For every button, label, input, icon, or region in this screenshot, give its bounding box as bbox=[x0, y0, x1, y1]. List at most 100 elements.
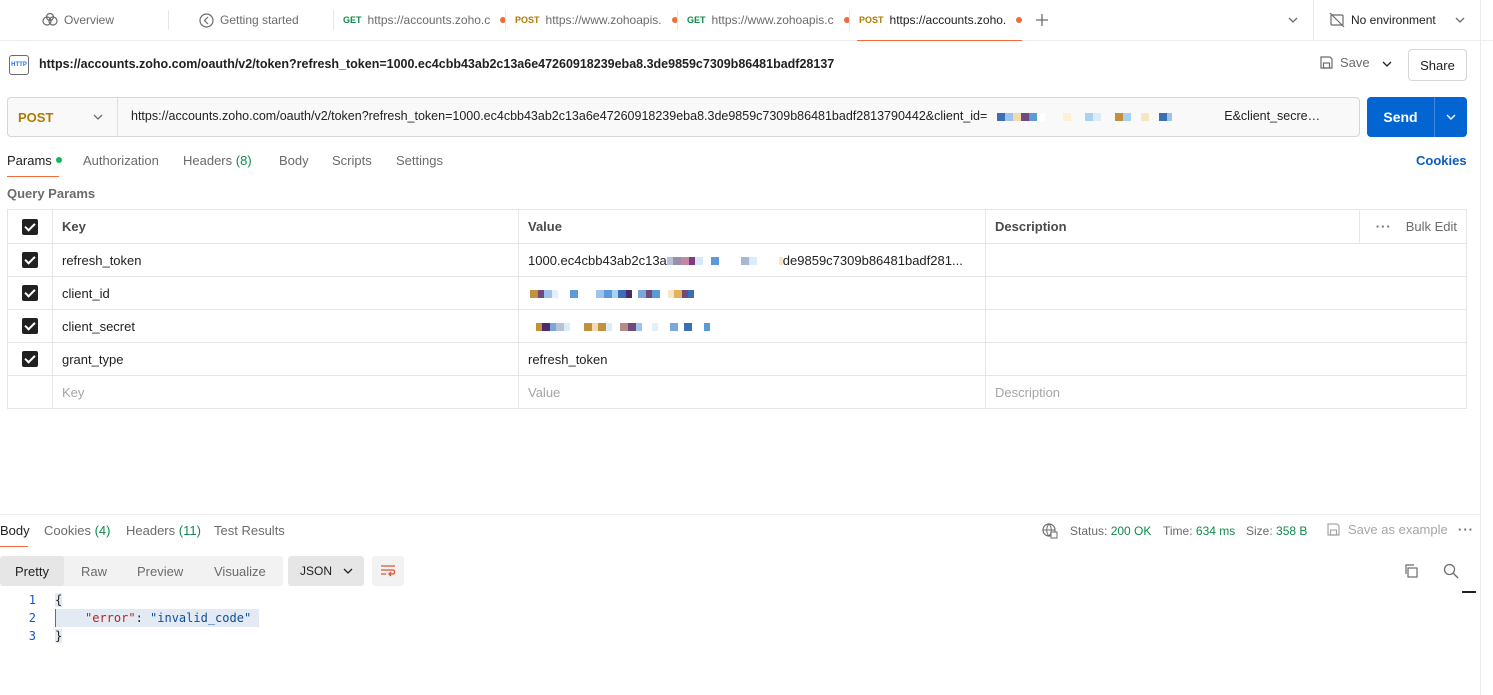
tab-list-dropdown[interactable] bbox=[1287, 0, 1299, 40]
line-number: 3 bbox=[28, 629, 36, 643]
tab-getting-started[interactable]: Getting started bbox=[199, 0, 299, 40]
url-input[interactable]: https://accounts.zoho.com/oauth/v2/token… bbox=[131, 109, 1351, 124]
view-visualize[interactable]: Visualize bbox=[214, 556, 266, 586]
param-description-cell[interactable] bbox=[985, 276, 1467, 310]
response-tab-cookies[interactable]: Cookies (4) bbox=[44, 523, 110, 538]
param-value-cell[interactable]: 1000.ec4cbb43ab2c13a de9859c7309b86481bad… bbox=[518, 243, 986, 277]
tab-label: Overview bbox=[64, 13, 115, 27]
tab-overview[interactable]: Overview bbox=[42, 0, 114, 40]
row-checkbox[interactable] bbox=[22, 252, 38, 269]
send-button[interactable]: Send bbox=[1367, 97, 1467, 137]
search-icon[interactable] bbox=[1443, 563, 1459, 579]
code-line[interactable]: { bbox=[55, 593, 63, 607]
url-text-start: https://accounts.zoho.com/oauth/v2/token… bbox=[131, 109, 988, 123]
redacted-value bbox=[528, 319, 710, 334]
param-description-cell[interactable] bbox=[985, 243, 1467, 277]
param-value-cell[interactable] bbox=[518, 276, 986, 310]
new-value-input[interactable]: Value bbox=[518, 375, 986, 409]
row-checkbox[interactable] bbox=[22, 351, 38, 368]
cookies-link[interactable]: Cookies bbox=[1416, 153, 1467, 168]
response-tab-test-results[interactable]: Test Results bbox=[214, 523, 285, 538]
select-all-checkbox[interactable] bbox=[22, 218, 38, 235]
redacted-value bbox=[666, 253, 783, 268]
save-options-dropdown[interactable] bbox=[1381, 58, 1393, 73]
response-tab-body[interactable]: Body bbox=[0, 523, 30, 538]
tab-divider bbox=[333, 10, 334, 30]
wrap-lines-button[interactable] bbox=[372, 556, 404, 586]
request-title[interactable]: https://accounts.zoho.com/oauth/v2/token… bbox=[39, 57, 834, 71]
url-bar: POST https://accounts.zoho.com/oauth/v2/… bbox=[7, 97, 1360, 137]
save-label: Save bbox=[1340, 55, 1370, 70]
tab-request[interactable]: POST https://www.zohoapis. bbox=[515, 0, 678, 40]
param-description-cell[interactable] bbox=[985, 342, 1467, 376]
tab-headers[interactable]: Headers (8) bbox=[183, 153, 252, 168]
chevron-down-icon bbox=[343, 568, 353, 574]
tab-settings[interactable]: Settings bbox=[396, 153, 443, 168]
column-header-description: Description ··· Bulk Edit bbox=[985, 209, 1467, 244]
tab-request[interactable]: GET https://www.zohoapis.c bbox=[687, 0, 850, 40]
scroll-marker bbox=[1462, 591, 1476, 593]
no-environment-icon bbox=[1329, 12, 1345, 28]
save-as-example-button[interactable]: Save as example bbox=[1326, 522, 1448, 537]
redacted-value bbox=[528, 286, 694, 301]
new-tab-button[interactable] bbox=[1035, 0, 1049, 40]
status-label: Status: bbox=[1070, 524, 1108, 538]
tab-scripts[interactable]: Scripts bbox=[332, 153, 372, 168]
format-selector[interactable]: JSON bbox=[288, 556, 364, 586]
environment-selector[interactable]: No environment bbox=[1329, 0, 1466, 40]
param-value-cell[interactable] bbox=[518, 309, 986, 343]
wrap-lines-icon bbox=[381, 565, 396, 577]
param-key-cell[interactable]: refresh_token bbox=[52, 243, 519, 277]
tab-label: Cookies bbox=[44, 523, 91, 538]
view-pretty[interactable]: Pretty bbox=[0, 556, 64, 586]
tab-request-active[interactable]: POST https://accounts.zoho. bbox=[856, 0, 1023, 41]
tab-bar: Overview Getting started GET https://acc… bbox=[0, 0, 1493, 41]
bulk-edit-button[interactable]: Bulk Edit bbox=[1406, 219, 1457, 234]
param-value-cell[interactable]: refresh_token bbox=[518, 342, 986, 376]
param-description-cell[interactable] bbox=[985, 309, 1467, 343]
new-key-input[interactable]: Key bbox=[52, 375, 519, 409]
time-readout[interactable]: Time: 634 ms bbox=[1163, 524, 1235, 538]
param-key-cell[interactable]: client_id bbox=[52, 276, 519, 310]
size-readout[interactable]: Size: 358 B bbox=[1246, 524, 1307, 538]
network-globe-icon[interactable] bbox=[1042, 523, 1058, 539]
column-header-value: Value bbox=[518, 209, 986, 244]
param-key-cell[interactable]: grant_type bbox=[52, 342, 519, 376]
code-line[interactable]: } bbox=[55, 629, 63, 643]
send-options-dropdown[interactable] bbox=[1435, 111, 1467, 123]
tab-divider bbox=[505, 10, 506, 30]
status-readout[interactable]: Status: 200 OK bbox=[1070, 524, 1151, 538]
tab-label: https://www.zohoapis. bbox=[545, 13, 662, 27]
view-preview[interactable]: Preview bbox=[137, 556, 183, 586]
tab-request[interactable]: GET https://accounts.zoho.c bbox=[343, 0, 507, 40]
line-number: 1 bbox=[28, 593, 36, 607]
column-divider bbox=[1358, 210, 1360, 243]
line-number: 2 bbox=[28, 611, 36, 625]
method-label: GET bbox=[343, 15, 362, 25]
row-checkbox[interactable] bbox=[22, 318, 38, 335]
new-description-input[interactable]: Description bbox=[985, 375, 1467, 409]
tab-divider bbox=[849, 10, 850, 30]
share-button[interactable]: Share bbox=[1408, 49, 1467, 81]
method-label: POST bbox=[515, 15, 540, 25]
tab-params[interactable]: Params bbox=[7, 153, 62, 168]
method-label: POST bbox=[859, 15, 884, 25]
response-divider bbox=[0, 514, 1480, 515]
save-button[interactable]: Save bbox=[1319, 55, 1370, 70]
headers-count: (8) bbox=[235, 153, 252, 168]
view-raw[interactable]: Raw bbox=[81, 556, 107, 586]
tab-authorization[interactable]: Authorization bbox=[83, 153, 159, 168]
more-options-icon[interactable]: ··· bbox=[1458, 522, 1474, 537]
time-value: 634 ms bbox=[1195, 524, 1236, 538]
save-icon bbox=[1320, 56, 1333, 69]
copy-icon[interactable] bbox=[1403, 563, 1419, 579]
json-separator: : bbox=[135, 611, 151, 625]
param-key-cell[interactable]: client_secret bbox=[52, 309, 519, 343]
tab-body[interactable]: Body bbox=[279, 153, 309, 168]
window-edge bbox=[1480, 0, 1481, 695]
row-checkbox[interactable] bbox=[22, 285, 38, 302]
more-options-icon[interactable]: ··· bbox=[1376, 219, 1392, 234]
response-tab-headers[interactable]: Headers (11) bbox=[126, 523, 201, 538]
chevron-down-icon bbox=[1455, 17, 1465, 23]
code-line[interactable]: "error": "invalid_code" bbox=[55, 609, 260, 627]
